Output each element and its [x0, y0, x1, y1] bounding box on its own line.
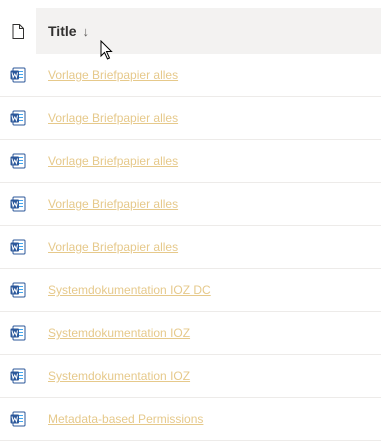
list-item[interactable]: Vorlage Briefpapier alles — [0, 183, 381, 226]
document-title-link[interactable]: Vorlage Briefpapier alles — [36, 111, 178, 125]
file-type-column-header[interactable] — [0, 8, 36, 54]
list-item[interactable]: Vorlage Briefpapier alles — [0, 54, 381, 97]
word-document-icon — [10, 239, 26, 255]
list-item[interactable]: Metadata-based Permissions — [0, 398, 381, 441]
word-document-icon — [10, 282, 26, 298]
word-document-icon — [10, 368, 26, 384]
document-title-link[interactable]: Vorlage Briefpapier alles — [36, 197, 178, 211]
list-item[interactable]: Vorlage Briefpapier alles — [0, 97, 381, 140]
word-document-icon — [10, 325, 26, 341]
document-title-link[interactable]: Systemdokumentation IOZ — [36, 326, 190, 340]
word-document-icon — [10, 67, 26, 83]
document-title-link[interactable]: Systemdokumentation IOZ DC — [36, 283, 211, 297]
word-document-icon — [10, 196, 26, 212]
sort-descending-icon[interactable]: ↓ — [83, 24, 90, 39]
title-column-header[interactable]: Title ↓ — [36, 8, 381, 54]
list-header: Title ↓ — [0, 8, 381, 54]
list-item[interactable]: Systemdokumentation IOZ — [0, 312, 381, 355]
document-icon — [12, 23, 24, 39]
document-list: Vorlage Briefpapier alles Vorlage Briefp… — [0, 54, 381, 441]
word-document-icon — [10, 153, 26, 169]
document-title-link[interactable]: Systemdokumentation IOZ — [36, 369, 190, 383]
document-title-link[interactable]: Vorlage Briefpapier alles — [36, 240, 178, 254]
document-title-link[interactable]: Vorlage Briefpapier alles — [36, 68, 178, 82]
list-item[interactable]: Systemdokumentation IOZ — [0, 355, 381, 398]
list-item[interactable]: Systemdokumentation IOZ DC — [0, 269, 381, 312]
list-item[interactable]: Vorlage Briefpapier alles — [0, 226, 381, 269]
word-document-icon — [10, 411, 26, 427]
document-title-link[interactable]: Vorlage Briefpapier alles — [36, 154, 178, 168]
word-document-icon — [10, 110, 26, 126]
document-title-link[interactable]: Metadata-based Permissions — [36, 412, 203, 426]
list-item[interactable]: Vorlage Briefpapier alles — [0, 140, 381, 183]
title-column-label: Title — [48, 23, 77, 39]
